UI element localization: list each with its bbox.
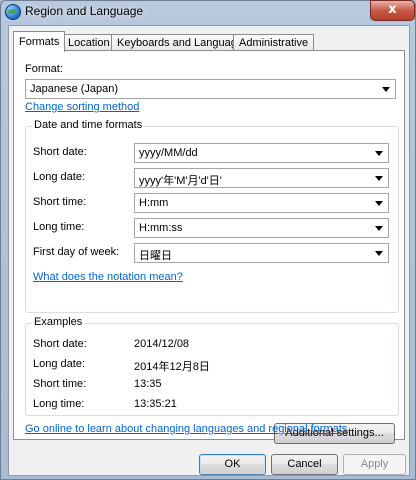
globe-icon: [5, 4, 21, 20]
chevron-down-icon: [382, 87, 390, 92]
cancel-button[interactable]: Cancel: [271, 454, 338, 475]
ok-button[interactable]: OK: [199, 454, 266, 475]
format-label: Format:: [25, 63, 63, 75]
short-date-label: Short date:: [33, 146, 87, 158]
examples-group: Examples Short date: 2014/12/08 Long dat…: [25, 316, 399, 416]
date-time-formats-group: Date and time formats Short date: yyyy/M…: [25, 119, 399, 313]
example-long-date-value: 2014年12月8日: [134, 361, 210, 373]
example-short-time-label: Short time:: [33, 378, 87, 390]
group-title-examples: Examples: [32, 316, 85, 328]
long-time-dropdown[interactable]: H:mm:ss: [134, 218, 389, 238]
short-time-value: H:mm: [139, 197, 169, 209]
dialog-window: Region and Language x Formats Location K…: [0, 0, 416, 480]
chevron-down-icon: [375, 226, 383, 231]
online-help-link[interactable]: Go online to learn about changing langua…: [25, 423, 347, 435]
notation-help-link[interactable]: What does the notation mean?: [33, 271, 183, 283]
long-date-label: Long date:: [33, 171, 85, 183]
chevron-down-icon: [375, 201, 383, 206]
long-time-value: H:mm:ss: [139, 222, 183, 234]
formats-panel: Format: Japanese (Japan) Change sorting …: [13, 50, 405, 444]
change-sorting-method-link[interactable]: Change sorting method: [25, 101, 139, 113]
example-short-date-value: 2014/12/08: [134, 338, 190, 350]
short-date-value: yyyy/MM/dd: [139, 147, 198, 159]
chevron-down-icon: [375, 151, 383, 156]
apply-button[interactable]: Apply: [343, 454, 406, 475]
format-dropdown[interactable]: Japanese (Japan): [25, 79, 396, 99]
short-date-dropdown[interactable]: yyyy/MM/dd: [134, 143, 389, 163]
example-short-time-value: 13:35: [134, 378, 162, 390]
long-date-value: yyyy'年'M'月'd'日': [139, 175, 222, 187]
example-long-time-value: 13:35:21: [134, 398, 177, 410]
short-time-dropdown[interactable]: H:mm: [134, 193, 389, 213]
first-day-of-week-dropdown[interactable]: 日曜日: [134, 243, 389, 263]
example-long-time-label: Long time:: [33, 398, 85, 410]
example-long-date-label: Long date:: [33, 358, 85, 370]
title-bar[interactable]: Region and Language x: [1, 0, 415, 23]
chevron-down-icon: [375, 176, 383, 181]
format-dropdown-value: Japanese (Japan): [30, 83, 119, 95]
tab-formats[interactable]: Formats: [13, 31, 66, 52]
example-short-date-label: Short date:: [33, 338, 87, 350]
long-time-label: Long time:: [33, 221, 85, 233]
chevron-down-icon: [375, 251, 383, 256]
first-day-of-week-value: 日曜日: [139, 250, 172, 262]
long-date-dropdown[interactable]: yyyy'年'M'月'd'日': [134, 168, 389, 188]
tab-administrative[interactable]: Administrative: [233, 34, 315, 51]
first-day-of-week-label: First day of week:: [33, 246, 120, 258]
tab-location[interactable]: Location: [62, 34, 116, 51]
close-button[interactable]: x: [370, 0, 415, 21]
dialog-body: Formats Location Keyboards and Languages…: [8, 25, 410, 476]
short-time-label: Short time:: [33, 196, 87, 208]
group-title-date-time-formats: Date and time formats: [32, 119, 145, 131]
window-title: Region and Language: [25, 4, 144, 18]
